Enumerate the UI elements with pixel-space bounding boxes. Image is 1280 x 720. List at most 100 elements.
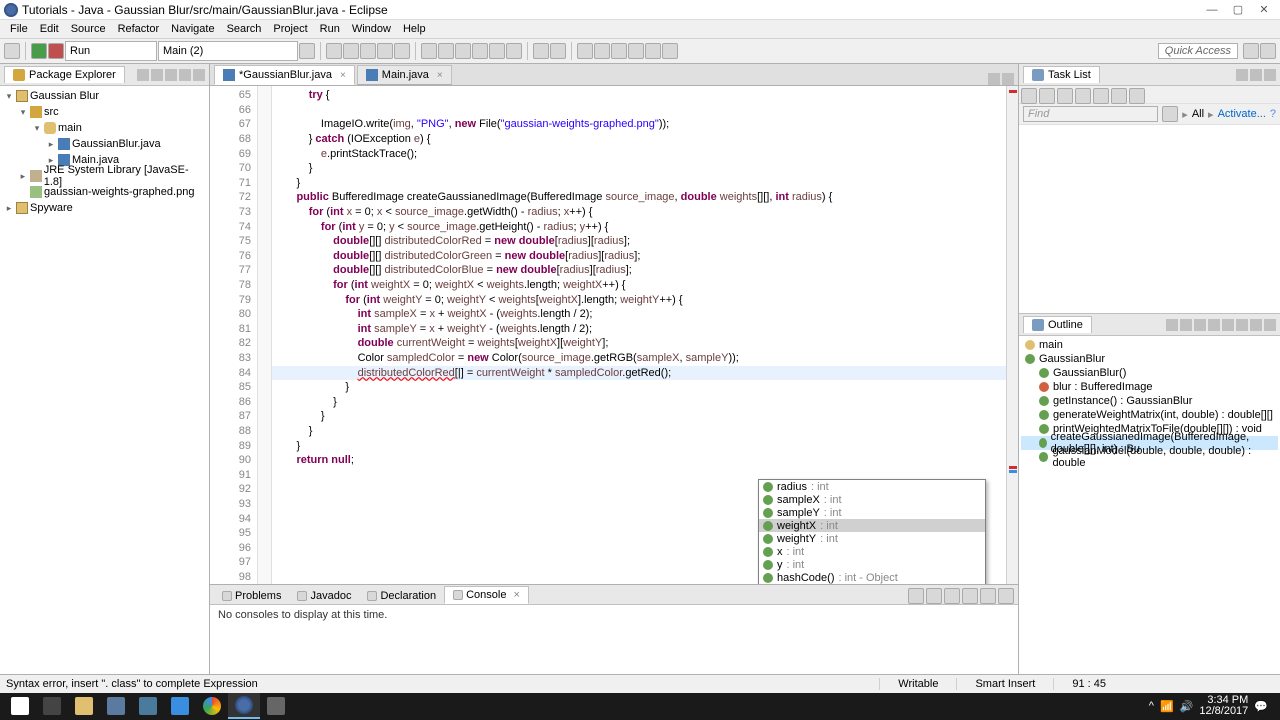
editor-maximize-icon[interactable] — [1002, 73, 1014, 85]
close-button[interactable]: ✕ — [1252, 1, 1276, 19]
task-find-input[interactable]: Find — [1023, 106, 1158, 122]
minimize-button[interactable]: — — [1200, 1, 1224, 19]
outline-item[interactable]: GaussianBlur() — [1021, 366, 1278, 380]
minimize-view-icon[interactable] — [179, 69, 191, 81]
console-tab-problems[interactable]: Problems — [214, 588, 289, 604]
toolbar-button[interactable] — [533, 43, 549, 59]
outline-minimize-icon[interactable] — [1250, 319, 1262, 331]
launch-config-select-2[interactable]: Main (2) — [158, 41, 298, 61]
outline-tree[interactable]: mainGaussianBlurGaussianBlur()blur : Buf… — [1019, 336, 1280, 674]
console-tab-console[interactable]: Console× — [444, 586, 529, 604]
autocomplete-item[interactable]: weightX : int — [759, 519, 985, 532]
app-button[interactable] — [132, 693, 164, 719]
task-toolbar-button[interactable] — [1075, 88, 1091, 104]
close-tab-icon[interactable]: × — [336, 70, 346, 81]
outline-item[interactable]: blur : BufferedImage — [1021, 380, 1278, 394]
maximize-button[interactable]: ▢ — [1226, 1, 1250, 19]
toolbar-button[interactable] — [299, 43, 315, 59]
menu-project[interactable]: Project — [267, 21, 313, 37]
collapse-all-icon[interactable] — [137, 69, 149, 81]
task-toolbar-icon[interactable] — [1264, 69, 1276, 81]
notification-icon[interactable]: 💬 — [1254, 700, 1268, 713]
toolbar-button[interactable] — [506, 43, 522, 59]
toolbar-button[interactable] — [360, 43, 376, 59]
task-toolbar-button[interactable] — [1093, 88, 1109, 104]
perspective-java[interactable] — [1243, 43, 1259, 59]
tree-item[interactable]: ▾src — [0, 104, 209, 120]
menu-source[interactable]: Source — [65, 21, 112, 37]
chrome-button[interactable] — [196, 693, 228, 719]
console-toolbar-button[interactable] — [962, 588, 978, 604]
app-button[interactable] — [100, 693, 132, 719]
menu-search[interactable]: Search — [221, 21, 268, 37]
overview-ruler[interactable] — [1006, 86, 1018, 584]
console-toolbar-button[interactable] — [908, 588, 924, 604]
task-find-button[interactable] — [1162, 106, 1178, 122]
toolbar-button[interactable] — [394, 43, 410, 59]
task-toolbar-icon[interactable] — [1236, 69, 1248, 81]
toolbar-button[interactable] — [455, 43, 471, 59]
wifi-icon[interactable]: 📶 — [1160, 700, 1174, 713]
task-toolbar-button[interactable] — [1039, 88, 1055, 104]
launch-config-select[interactable]: Run — [65, 41, 157, 61]
toolbar-button[interactable] — [550, 43, 566, 59]
outline-toolbar-icon[interactable] — [1180, 319, 1192, 331]
menu-window[interactable]: Window — [346, 21, 397, 37]
toolbar-button[interactable] — [438, 43, 454, 59]
editor[interactable]: 6566676869707172737475767778798081828384… — [210, 86, 1018, 584]
package-explorer-tab[interactable]: Package Explorer — [4, 66, 125, 83]
start-button[interactable] — [4, 693, 36, 719]
console-tab-declaration[interactable]: Declaration — [359, 588, 444, 604]
toolbar-button[interactable] — [594, 43, 610, 59]
autocomplete-item[interactable]: hashCode() : int - Object — [759, 571, 985, 584]
toolbar-button[interactable] — [377, 43, 393, 59]
tree-item[interactable]: gaussian-weights-graphed.png — [0, 184, 209, 200]
task-list-tab[interactable]: Task List — [1023, 66, 1100, 83]
console-toolbar-button[interactable] — [926, 588, 942, 604]
task-toolbar-button[interactable] — [1057, 88, 1073, 104]
app-button[interactable] — [260, 693, 292, 719]
package-explorer-tree[interactable]: ▾Gaussian Blur▾src▾main▸GaussianBlur.jav… — [0, 86, 209, 674]
task-toolbar-button[interactable] — [1129, 88, 1145, 104]
outline-toolbar-icon[interactable] — [1166, 319, 1178, 331]
maximize-view-icon[interactable] — [193, 69, 205, 81]
autocomplete-item[interactable]: x : int — [759, 545, 985, 558]
tree-item[interactable]: ▸JRE System Library [JavaSE-1.8] — [0, 168, 209, 184]
menu-navigate[interactable]: Navigate — [165, 21, 220, 37]
task-toolbar-button[interactable] — [1021, 88, 1037, 104]
run-dropdown[interactable] — [343, 43, 359, 59]
toolbar-button[interactable] — [662, 43, 678, 59]
task-all-link[interactable]: All — [1192, 108, 1204, 120]
console-tab-javadoc[interactable]: Javadoc — [289, 588, 359, 604]
toolbar-button[interactable] — [577, 43, 593, 59]
clock[interactable]: 3:34 PM 12/8/2017 — [1199, 695, 1248, 717]
debug-button[interactable] — [326, 43, 342, 59]
toolbar-button[interactable] — [489, 43, 505, 59]
task-activate-link[interactable]: Activate... — [1218, 108, 1266, 120]
tree-item[interactable]: ▾Gaussian Blur — [0, 88, 209, 104]
outline-toolbar-icon[interactable] — [1236, 319, 1248, 331]
stop-button[interactable] — [48, 43, 64, 59]
console-toolbar-button[interactable] — [944, 588, 960, 604]
eclipse-taskbar[interactable] — [228, 693, 260, 719]
task-toolbar-icon[interactable] — [1250, 69, 1262, 81]
tree-item[interactable]: ▾main — [0, 120, 209, 136]
editor-tab[interactable]: *GaussianBlur.java× — [214, 65, 355, 85]
editor-minimize-icon[interactable] — [988, 73, 1000, 85]
task-toolbar-button[interactable] — [1111, 88, 1127, 104]
tree-item[interactable]: ▸Spyware — [0, 200, 209, 216]
menu-run[interactable]: Run — [314, 21, 346, 37]
outline-toolbar-icon[interactable] — [1194, 319, 1206, 331]
outline-maximize-icon[interactable] — [1264, 319, 1276, 331]
toolbar-button[interactable] — [611, 43, 627, 59]
perspective-debug[interactable] — [1260, 43, 1276, 59]
run-button[interactable] — [31, 43, 47, 59]
toolbar-button[interactable] — [421, 43, 437, 59]
menu-refactor[interactable]: Refactor — [112, 21, 166, 37]
outline-toolbar-icon[interactable] — [1222, 319, 1234, 331]
windows-taskbar[interactable]: ^ 📶 🔊 3:34 PM 12/8/2017 💬 — [0, 693, 1280, 720]
outline-toolbar-icon[interactable] — [1208, 319, 1220, 331]
outline-item[interactable]: gaussianModel(double, double, double) : … — [1021, 450, 1278, 464]
new-button[interactable] — [4, 43, 20, 59]
outline-item[interactable]: generateWeightMatrix(int, double) : doub… — [1021, 408, 1278, 422]
